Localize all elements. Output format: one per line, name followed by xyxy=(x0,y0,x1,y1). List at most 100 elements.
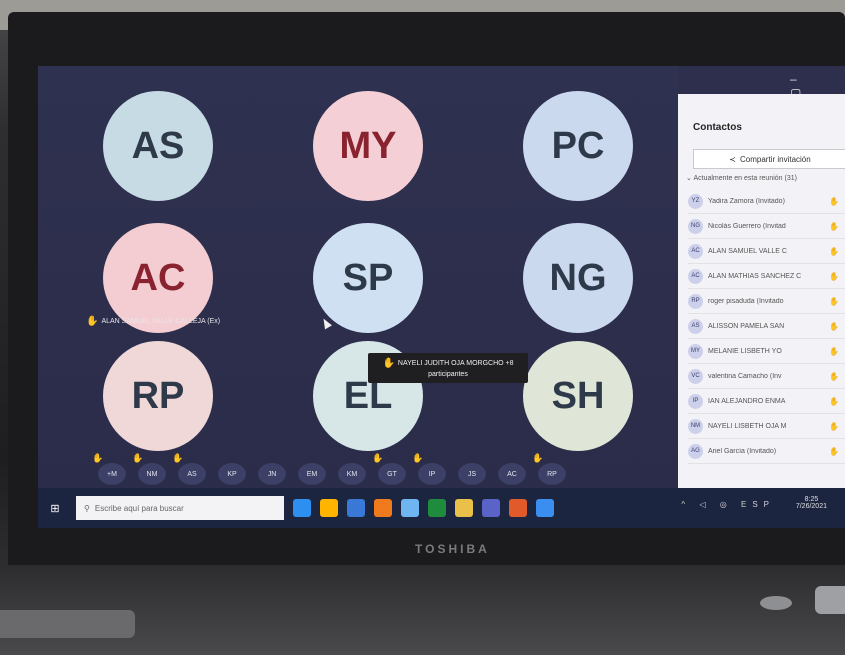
participant-row[interactable]: AC ALAN SAMUEL VALLE C ✋ xyxy=(688,239,845,264)
laptop-port-left xyxy=(0,610,135,638)
participant-avatar[interactable]: AS xyxy=(103,91,213,201)
chevron-up-icon[interactable]: ^ xyxy=(681,500,691,509)
participant-avatar: AG xyxy=(688,443,703,459)
taskbar-clock[interactable]: 8:25 7/26/2021 xyxy=(796,496,827,510)
windows-taskbar: ⊞ ⚲ Escribe aquí para buscar ^ ◁ ◎ ESP 8… xyxy=(38,488,845,528)
tray-avatar-initials: AC xyxy=(507,470,517,478)
network-icon[interactable]: ◎ xyxy=(720,500,733,509)
tray-avatar[interactable]: KP xyxy=(218,463,246,485)
raised-hand-name: ALAN SAMUEL VALLE CALLEJA (Ex) xyxy=(101,318,221,325)
tooltip-line2: participantes xyxy=(428,371,468,378)
panel-title: Contactos xyxy=(693,122,742,133)
raised-hand-icon: ✋ xyxy=(412,453,424,463)
taskbar-app-icon[interactable] xyxy=(320,499,338,517)
participant-avatar: NG xyxy=(688,218,703,234)
taskbar-app-icon[interactable] xyxy=(374,499,392,517)
tray-avatar[interactable]: EM xyxy=(298,463,326,485)
participant-avatar: IP xyxy=(688,393,703,409)
participant-avatar[interactable]: MY xyxy=(313,91,423,201)
participant-avatar: RP xyxy=(688,293,703,309)
participants-tooltip: ✋ NAYELI JUDITH OJA MORGCHO +8 participa… xyxy=(368,353,528,383)
participant-name: Yadira Zamora (Invitado) xyxy=(708,197,785,205)
participant-list: YZ Yadira Zamora (Invitado) ✋ NG Nicolás Gue… xyxy=(688,189,845,464)
participant-row[interactable]: NG Nicolás Guerrero (Invitad ✋ xyxy=(688,214,845,239)
raised-hand-icon: ✋ xyxy=(829,371,839,381)
contacts-panel: Contactos ≺ Compartir invitación ⌄ Actua… xyxy=(678,94,845,504)
participant-name: ALAN SAMUEL VALLE C xyxy=(708,247,787,255)
participant-name: valentina Camacho (Inv xyxy=(708,372,782,380)
tray-avatar-initials: NM xyxy=(146,470,158,478)
tray-avatar[interactable]: ✋ AS xyxy=(172,453,206,485)
taskbar-apps xyxy=(284,499,554,517)
participant-avatar: AC xyxy=(688,243,703,259)
participant-avatar[interactable]: PC xyxy=(523,91,633,201)
participant-row[interactable]: NM NAYELI LISBETH OJA M ✋ xyxy=(688,414,845,439)
system-tray: ^ ◁ ◎ ESP xyxy=(681,500,775,509)
share-icon: ≺ xyxy=(729,154,736,164)
tray-avatar[interactable]: ✋ NM xyxy=(132,453,166,485)
participant-row[interactable]: VC valentina Camacho (Inv ✋ xyxy=(688,364,845,389)
raised-hand-icon: ✋ xyxy=(829,396,839,406)
participant-row[interactable]: YZ Yadira Zamora (Invitado) ✋ xyxy=(688,189,845,214)
participant-avatar: YZ xyxy=(688,193,703,209)
participant-name: ALAN MATHIAS SANCHEZ C xyxy=(708,272,802,280)
search-icon: ⚲ xyxy=(84,503,90,513)
participant-avatar[interactable]: SP xyxy=(313,223,423,333)
taskbar-app-icon[interactable] xyxy=(428,499,446,517)
tray-avatar-initials: IP xyxy=(428,470,436,478)
participant-tray: ✋ +M ✋ NM ✋ AS KP JN EM KM ✋ GT ✋ IP JS AC ✋ RP xyxy=(92,453,688,490)
tray-avatar-initials: AS xyxy=(187,470,197,478)
tray-avatar-initials: RP xyxy=(547,470,557,478)
raised-hand-icon: ✋ xyxy=(829,246,839,256)
tray-avatar[interactable]: ✋ RP xyxy=(532,453,566,485)
participant-row[interactable]: MY MELANIE LISBETH YO ✋ xyxy=(688,339,845,364)
raised-hand-icon: ✋ xyxy=(829,346,839,356)
raised-hand-icon: ✋ xyxy=(829,271,839,281)
taskbar-search-box[interactable]: ⚲ Escribe aquí para buscar xyxy=(76,496,284,520)
participant-name: Nicolás Guerrero (Invitad xyxy=(708,222,786,230)
participant-name: roger pisaduda (Invitado xyxy=(708,297,784,305)
tooltip-line1: NAYELI JUDITH OJA MORGCHO +8 xyxy=(397,360,514,367)
raised-hand-icon: ✋ xyxy=(829,446,839,456)
tray-avatar[interactable]: ✋ GT xyxy=(372,453,406,485)
share-invitation-label: Compartir invitación xyxy=(740,154,811,164)
tray-avatar[interactable]: JS xyxy=(458,463,486,485)
participant-name: MELANIE LISBETH YO xyxy=(708,347,782,355)
participant-avatar[interactable]: NG xyxy=(523,223,633,333)
participant-row[interactable]: AC ALAN MATHIAS SANCHEZ C ✋ xyxy=(688,264,845,289)
windows-start-icon[interactable]: ⊞ xyxy=(44,497,66,519)
tray-avatar[interactable]: ✋ IP xyxy=(412,453,446,485)
language-indicator[interactable]: ESP xyxy=(741,500,775,509)
participant-avatar: AC xyxy=(688,268,703,284)
brand-logo: TOSHIBA xyxy=(415,542,490,556)
tray-avatar[interactable]: ✋ +M xyxy=(92,453,126,485)
share-invitation-button[interactable]: ≺ Compartir invitación xyxy=(693,149,845,169)
volume-icon[interactable]: ◁ xyxy=(699,500,711,509)
section-header[interactable]: ⌄ Actualmente en esta reunión (31) xyxy=(686,174,797,182)
participant-avatar: VC xyxy=(688,368,703,384)
participant-avatar[interactable]: RP xyxy=(103,341,213,451)
raised-hand-icon: ✋ xyxy=(132,453,144,463)
tray-avatar[interactable]: KM xyxy=(338,463,366,485)
video-stage: AS MY PC AC SP NG RP EL SH ✋ ALAN SAMUEL VALLE C… xyxy=(38,66,678,506)
participant-row[interactable]: AG Ariel García (Invitado) ✋ xyxy=(688,439,845,464)
tray-avatar[interactable]: JN xyxy=(258,463,286,485)
participant-row[interactable]: AS ALISSON PAMELA SAN ✋ xyxy=(688,314,845,339)
taskbar-app-icon[interactable] xyxy=(482,499,500,517)
taskbar-app-icon[interactable] xyxy=(536,499,554,517)
taskbar-app-icon[interactable] xyxy=(347,499,365,517)
participant-avatar: NM xyxy=(688,418,703,434)
taskbar-app-icon[interactable] xyxy=(455,499,473,517)
participant-row[interactable]: IP IAN ALEJANDRO ENMA ✋ xyxy=(688,389,845,414)
tray-avatar[interactable]: AC xyxy=(498,463,526,485)
section-label: Actualmente en esta reunión (31) xyxy=(693,175,797,182)
raised-hand-icon: ✋ xyxy=(382,358,395,369)
participant-row[interactable]: RP roger pisaduda (Invitado ✋ xyxy=(688,289,845,314)
participant-avatar[interactable]: SH xyxy=(523,341,633,451)
taskbar-app-icon[interactable] xyxy=(401,499,419,517)
raised-hand-label: ✋ ALAN SAMUEL VALLE CALLEJA (Ex) xyxy=(86,316,220,327)
participant-avatar: AS xyxy=(688,318,703,334)
taskbar-app-icon[interactable] xyxy=(293,499,311,517)
taskbar-app-icon[interactable] xyxy=(509,499,527,517)
tray-avatar-initials: KM xyxy=(346,470,358,478)
